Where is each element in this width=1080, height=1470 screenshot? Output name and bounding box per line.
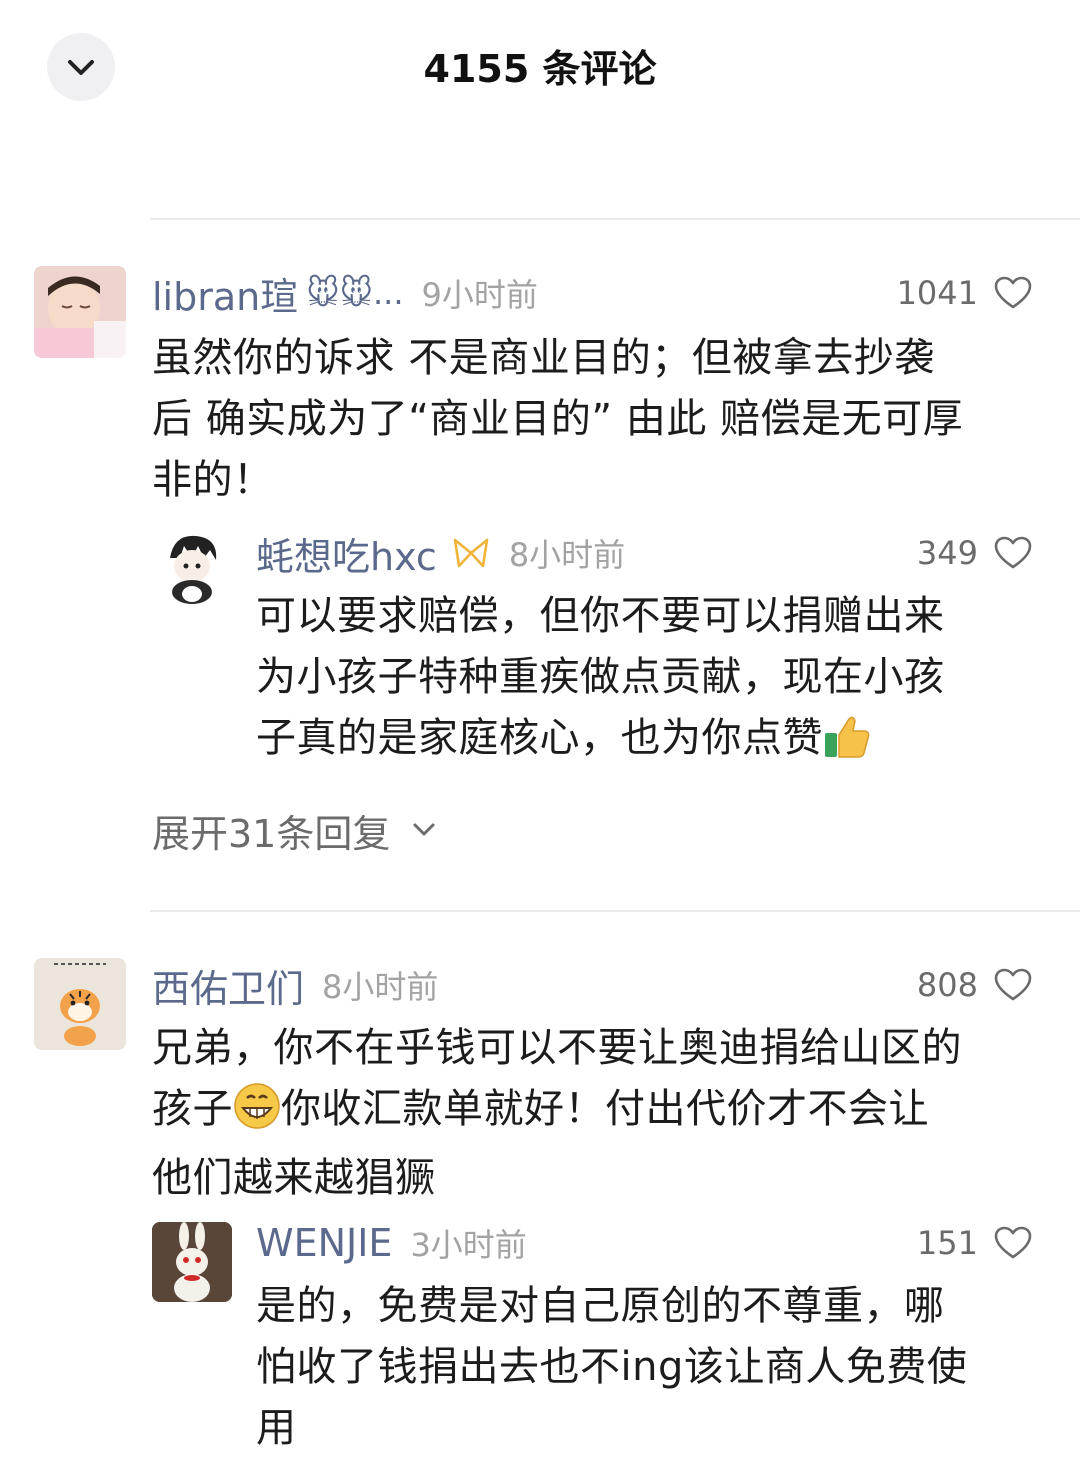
ribbon-badge-icon [451, 536, 491, 570]
heart-icon [994, 536, 1032, 569]
heart-icon [994, 1226, 1032, 1259]
reply-text: 是的，免费是对自己原创的不尊重，哪 怕收了钱捐出去也不ing该让商人免费使 用 [256, 1276, 1056, 1459]
like-button[interactable]: 1041 [897, 268, 1032, 318]
like-count: 151 [916, 1224, 978, 1262]
avatar[interactable] [34, 958, 126, 1050]
expand-replies-label: 展开31条回复 [152, 811, 391, 856]
reply-time: 3小时前 [410, 1226, 527, 1264]
divider [150, 910, 1080, 912]
comment-line: 你收汇款单就好！付出代价才不会让 [281, 1086, 929, 1132]
like-button[interactable]: 808 [917, 960, 1032, 1010]
comment-line: 非的！ [152, 457, 274, 503]
reply-line: 可以要求赔偿，但你不要可以捐赠出来 [256, 593, 945, 639]
chevron-down-icon [413, 823, 435, 836]
comment-time: 9小时前 [421, 276, 538, 314]
bunny-avatar-image [152, 1222, 232, 1302]
reply-line: 为小孩子特种重疾做点贡献，现在小孩 [256, 654, 945, 700]
reply-line: 子真的是家庭核心，也为你点赞 [256, 715, 823, 761]
heart-icon [994, 276, 1032, 309]
comment-time: 8小时前 [322, 968, 439, 1006]
reply-text: 可以要求赔偿，但你不要可以捐赠出来 为小孩子特种重疾做点贡献，现在小孩 子真的是… [256, 586, 1046, 777]
like-button[interactable]: 151 [917, 1218, 1032, 1268]
comment-username[interactable]: 西佑卫们 [152, 958, 304, 1013]
header: 4155 条评论 [0, 0, 1080, 140]
thumbs-up-emoji-icon [823, 713, 871, 777]
avatar[interactable] [152, 1222, 232, 1302]
avatar[interactable] [152, 528, 232, 608]
tiger-avatar-image [34, 958, 126, 1050]
expand-replies-button[interactable]: 展开31条回复 [152, 804, 436, 856]
heart-icon [994, 968, 1032, 1001]
reply-meta: 蚝想吃hxc 8小时前 [256, 526, 626, 581]
page-title: 4155 条评论 [423, 47, 657, 91]
grinning-emoji-icon [233, 1082, 281, 1148]
baby-avatar-image [34, 266, 126, 358]
reply-username[interactable]: 蚝想吃hxc [256, 526, 437, 581]
comment-meta: libran瑄 🐭🐭... 9小时前 [152, 266, 538, 321]
avatar[interactable] [34, 266, 126, 358]
comment-line: 兄弟，你不在乎钱可以不要让奥迪捐给山区的 [152, 1025, 962, 1071]
comment-line: 孩子 [152, 1086, 233, 1132]
like-count: 1041 [896, 274, 978, 312]
comment-line: 虽然你的诉求 不是商业目的；但被拿去抄袭 [152, 335, 935, 381]
reply-time: 8小时前 [508, 536, 626, 574]
reply-meta: WENJIE 3小时前 [256, 1218, 527, 1268]
comment-meta: 西佑卫们 8小时前 [152, 958, 439, 1013]
comment-line: 他们越来越猖獗 [152, 1155, 436, 1201]
comment-text: 虽然你的诉求 不是商业目的；但被拿去抄袭 后 确实成为了“商业目的” 由此 赔偿… [152, 328, 1042, 511]
reply-username[interactable]: WENJIE [256, 1221, 392, 1265]
divider [150, 218, 1080, 220]
reply-line: 怕收了钱捐出去也不ing该让商人免费使 [256, 1344, 968, 1390]
like-button[interactable]: 349 [917, 528, 1032, 578]
mouse-badge-icon: 🐭🐭... [306, 274, 404, 312]
comment-line: 后 确实成为了“商业目的” 由此 赔偿是无可厚 [152, 396, 964, 442]
anime-avatar-image [152, 528, 232, 608]
reply-line: 是的，免费是对自己原创的不尊重，哪 [256, 1283, 945, 1329]
like-count: 808 [916, 966, 978, 1004]
reply-line: 用 [256, 1405, 297, 1451]
comment-username[interactable]: libran瑄 [152, 266, 298, 321]
comment-text: 兄弟，你不在乎钱可以不要让奥迪捐给山区的 孩子 你收汇款单就好！付出代价才不会让… [152, 1018, 1052, 1209]
like-count: 349 [916, 534, 978, 572]
comments-page: 4155 条评论 libran瑄 🐭🐭... 9小时前 1041 虽然你的诉求 … [0, 0, 1080, 1470]
